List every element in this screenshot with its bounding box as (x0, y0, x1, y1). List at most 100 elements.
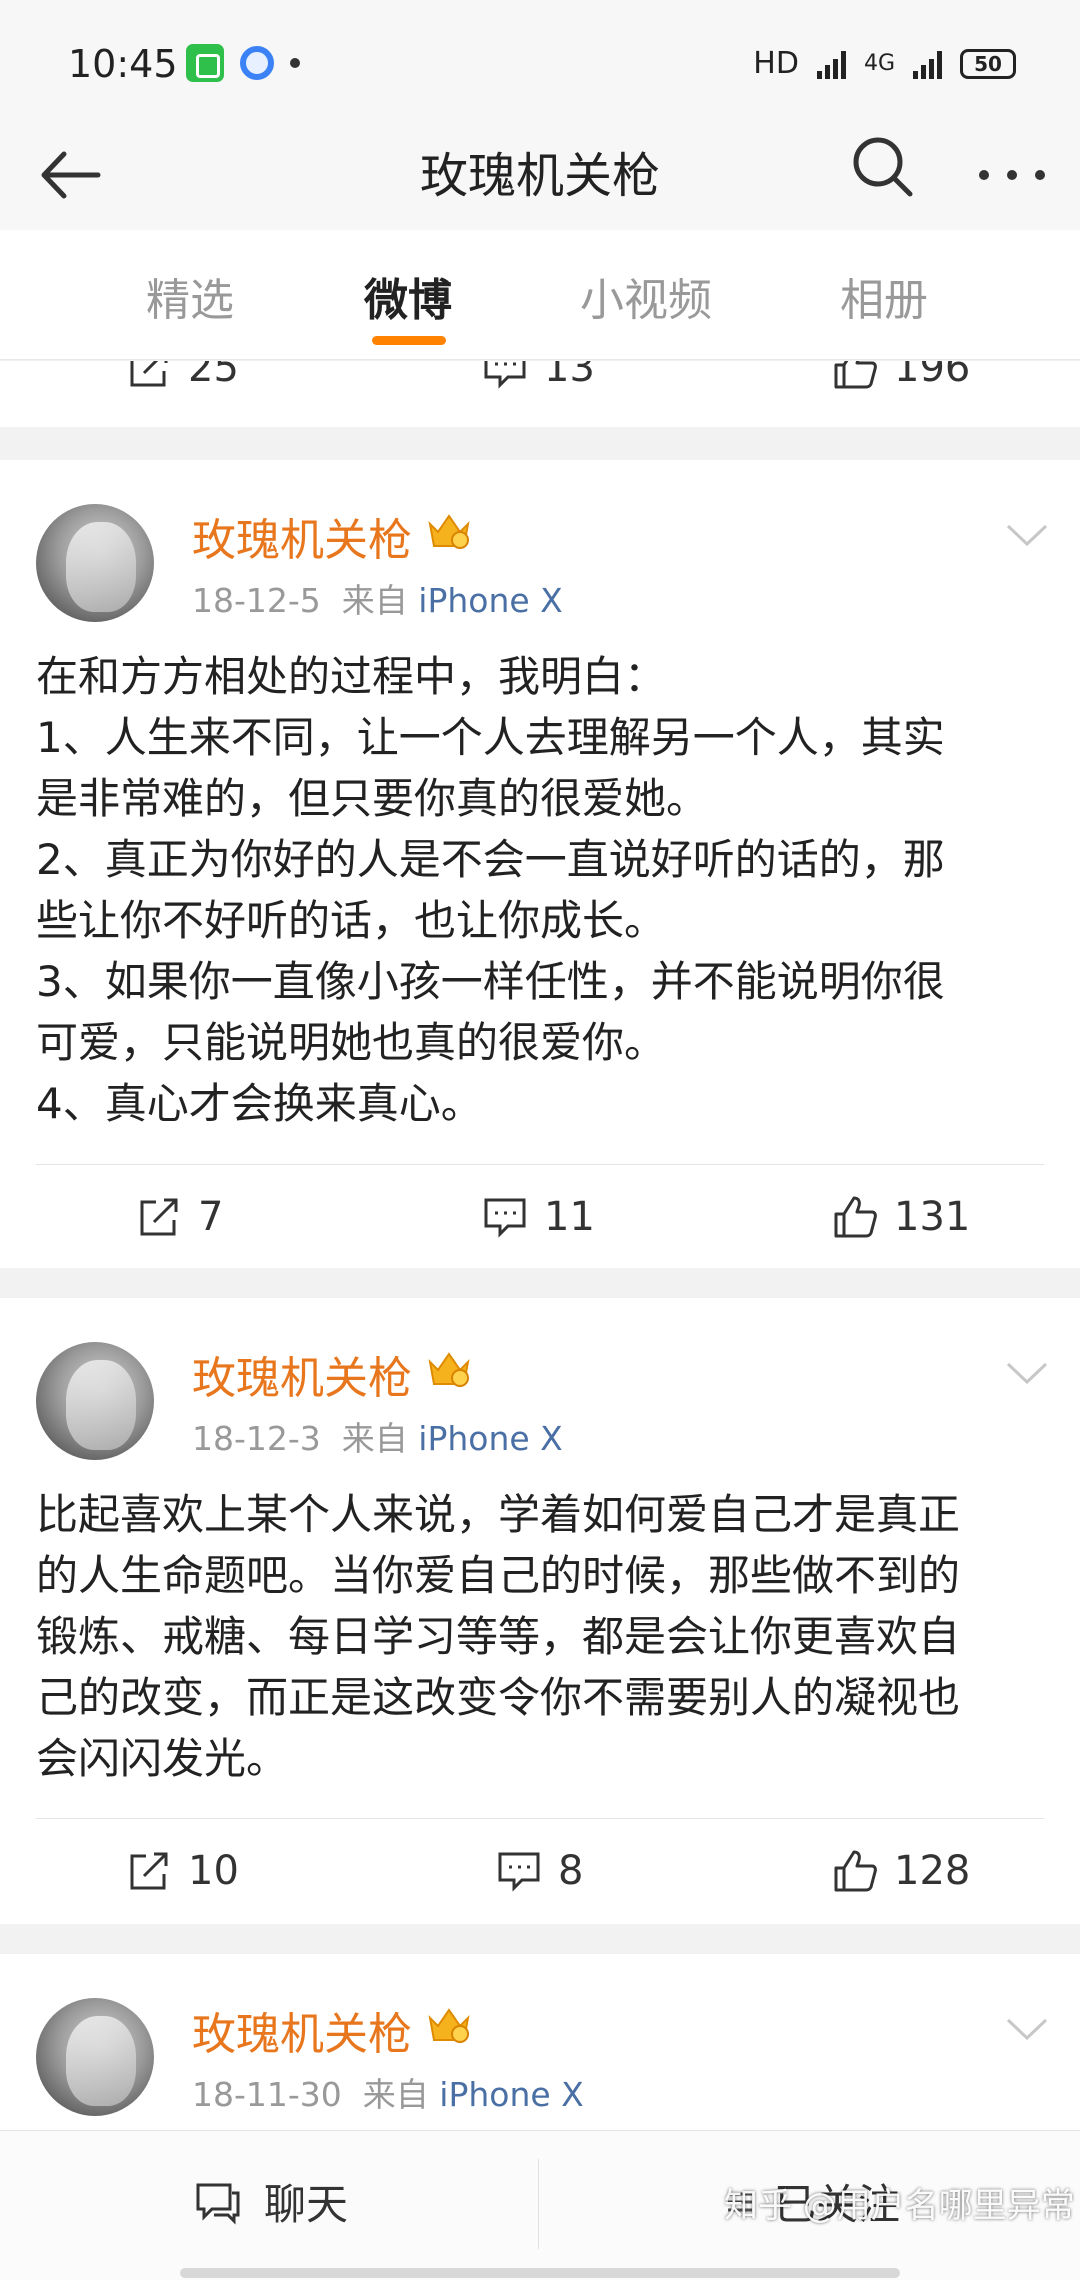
like-count: 128 (894, 1848, 971, 1894)
post-line: 3、如果你一直像小孩一样任性，并不能说明你很 (36, 957, 945, 1006)
username[interactable]: 玫瑰机关枪 (192, 1342, 412, 1406)
like-button[interactable]: 196 (830, 361, 970, 393)
post-card: 玫瑰机关枪 18-11-30 来自 iPhone X (0, 1954, 1080, 2130)
post-line: 2、真正为你好的人是不会一直说好听的话的，那 (36, 835, 945, 884)
active-tab-indicator (372, 336, 446, 345)
post-text: 比起喜欢上某个人来说，学着如何爱自己才是真正 的人生命题吧。当你爱自己的时候，那… (36, 1484, 1046, 1789)
signal-icon (816, 49, 846, 79)
post-line: 的人生命题吧。当你爱自己的时候，那些做不到的 (36, 1551, 961, 1600)
comment-count: 8 (558, 1848, 584, 1894)
comment-button[interactable]: 13 (480, 361, 595, 393)
post-source[interactable]: iPhone X (439, 2075, 584, 2114)
thumbs-up-icon (834, 1850, 877, 1892)
status-bar: 10:45 HD 4G 50 (0, 0, 1080, 120)
bottom-divider (538, 2159, 539, 2249)
like-button[interactable]: 128 (830, 1846, 970, 1896)
source-prefix: 来自 (341, 581, 408, 620)
post-date: 18-12-3 (192, 1419, 321, 1458)
chevron-down-icon[interactable] (1004, 520, 1050, 550)
status-indicators: HD 4G 50 (753, 46, 1016, 81)
repost-button[interactable]: 10 (124, 1846, 239, 1896)
post-date: 18-12-5 (192, 581, 321, 620)
post-line: 己的改变，而正是这改变令你不需要别人的凝视也 (36, 1673, 961, 1722)
home-indicator[interactable] (180, 2268, 900, 2278)
post-meta: 18-12-5 来自 iPhone X (192, 574, 563, 622)
browser-app-icon (240, 46, 274, 80)
repost-count: 10 (188, 1848, 239, 1894)
avatar[interactable] (36, 504, 154, 622)
tab-album[interactable]: 相册 (840, 264, 928, 328)
post-line: 锻炼、戒糖、每日学习等等，都是会让你更喜欢自 (36, 1612, 961, 1661)
notification-dot-icon (290, 58, 300, 68)
hd-label: HD (753, 46, 799, 81)
comment-button[interactable]: 11 (480, 1192, 595, 1242)
comment-button[interactable]: 8 (494, 1846, 583, 1896)
source-prefix: 来自 (362, 2075, 429, 2114)
repost-count: 25 (188, 361, 239, 391)
post-line: 1、人生来不同，让一个人去理解另一个人，其实 (36, 713, 945, 762)
post-line: 4、真心才会换来真心。 (36, 1079, 483, 1128)
repost-count: 7 (198, 1194, 224, 1240)
vip-crown-icon (428, 2008, 470, 2043)
profile-tabs: 精选 微博 小视频 相册 (0, 230, 1080, 360)
thumbs-up-icon (834, 1196, 877, 1238)
post-text: 在和方方相处的过程中，我明白： 1、人生来不同，让一个人去理解另一个人，其实 是… (36, 646, 1046, 1134)
repost-icon (130, 1852, 168, 1890)
repost-icon (140, 1198, 178, 1236)
chevron-down-icon[interactable] (1004, 1358, 1050, 1388)
signal-icon-2 (913, 49, 942, 79)
chevron-down-icon[interactable] (1004, 2014, 1050, 2044)
post-date: 18-11-30 (192, 2075, 342, 2114)
watermark: 知乎 @用户名哪里异常 (724, 2186, 1075, 2226)
post-line: 会闪闪发光。 (36, 1734, 289, 1783)
tab-short-videos[interactable]: 小视频 (580, 264, 712, 328)
vip-crown-icon (428, 1352, 470, 1387)
network-type-label: 4G (863, 51, 895, 76)
chat-label: 聊天 (264, 2180, 349, 2229)
search-icon[interactable] (848, 132, 918, 202)
post-source[interactable]: iPhone X (418, 581, 563, 620)
battery-icon: 50 (960, 48, 1016, 79)
vip-crown-icon (428, 514, 470, 549)
like-count: 196 (894, 361, 971, 391)
tab-weibo[interactable]: 微博 (364, 264, 452, 328)
comment-icon (484, 1198, 526, 1238)
status-time: 10:45 (68, 42, 178, 86)
tab-featured[interactable]: 精选 (146, 264, 234, 328)
avatar[interactable] (36, 1998, 154, 2116)
iqiyi-app-icon (186, 44, 224, 82)
post-meta: 18-11-30 来自 iPhone X (192, 2068, 584, 2116)
post-card: 玫瑰机关枪 18-12-5 来自 iPhone X 在和方方相处的过程中，我明白… (0, 460, 1080, 1268)
post-meta: 18-12-3 来自 iPhone X (192, 1412, 563, 1460)
comment-count: 13 (544, 361, 595, 391)
comment-count: 11 (544, 1194, 595, 1240)
action-row: 25 13 196 (0, 361, 1080, 425)
repost-button[interactable]: 25 (124, 361, 239, 393)
avatar[interactable] (36, 1342, 154, 1460)
post-source[interactable]: iPhone X (418, 1419, 563, 1458)
more-icon[interactable] (972, 140, 1052, 210)
page-title: 玫瑰机关枪 (419, 148, 660, 204)
comment-icon (498, 1852, 540, 1892)
comment-icon (484, 361, 526, 389)
username[interactable]: 玫瑰机关枪 (192, 504, 412, 568)
chat-icon (196, 2183, 240, 2225)
post-line: 可爱，只能说明她也真的很爱你。 (36, 1018, 667, 1067)
action-row: 7 11 131 (0, 1164, 1080, 1274)
repost-button[interactable]: 7 (134, 1192, 223, 1242)
chat-button[interactable]: 聊天 (190, 2171, 348, 2232)
repost-icon (130, 361, 168, 387)
action-row: 10 8 128 (0, 1818, 1080, 1928)
title-bar: 玫瑰机关枪 (0, 120, 1080, 230)
like-count: 131 (894, 1194, 971, 1240)
post-card: 玫瑰机关枪 18-12-3 来自 iPhone X 比起喜欢上某个人来说，学着如… (0, 1298, 1080, 1924)
previous-post-card: 25 13 196 (0, 361, 1080, 427)
status-app-icons (186, 44, 300, 82)
source-prefix: 来自 (341, 1419, 408, 1458)
like-button[interactable]: 131 (830, 1192, 970, 1242)
post-line: 比起喜欢上某个人来说，学着如何爱自己才是真正 (36, 1490, 961, 1539)
username[interactable]: 玫瑰机关枪 (192, 1998, 412, 2062)
thumbs-up-icon (834, 361, 877, 389)
post-line: 些让你不好听的话，也让你成长。 (36, 896, 667, 945)
post-line: 在和方方相处的过程中，我明白： (36, 652, 667, 701)
